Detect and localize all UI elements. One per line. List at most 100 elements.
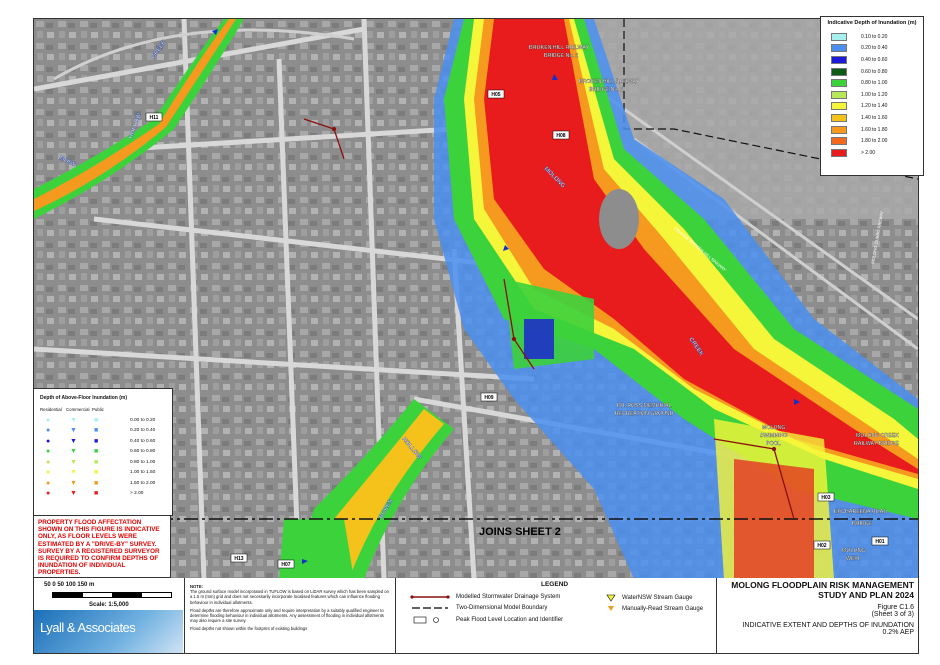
- peak-label-h07: H07: [281, 562, 290, 568]
- depth-legend-row: 1.60 to 1.80: [821, 124, 923, 136]
- label-broken-hill-1b: BRIDGE No. 1: [589, 87, 623, 93]
- scale-panel: 50 0 50 100 150 m Scale: 1:5,000 Lyall &…: [34, 578, 185, 653]
- label-ross2: RECREATION GROUND: [615, 411, 674, 417]
- floor-legend-headers: Residential Commercial Public: [34, 407, 172, 412]
- figure-frame: H11 H05 H08 H09 H03 H07 H13 H02 H01 BROK…: [0, 0, 940, 665]
- peak-label-h13: H13: [234, 556, 243, 562]
- symbol-legend-title: LEGEND: [541, 581, 569, 588]
- scale-bar: [52, 592, 172, 598]
- depth-range-label: > 2.00: [861, 149, 876, 156]
- public-symbol-icon: ■: [94, 479, 99, 487]
- floor-legend-row: ● ▼ ■ 0.40 to 0.60: [34, 436, 172, 447]
- depth-range-label: 1.80 to 2.00: [861, 138, 888, 145]
- depth-legend-row: 1.20 to 1.40: [821, 101, 923, 113]
- logo-text: Lyall & Associates: [40, 620, 136, 635]
- residential-symbol-icon: ●: [46, 490, 51, 498]
- property-warning: PROPERTY FLOOD AFFECTATION SHOWN ON THIS…: [33, 515, 171, 578]
- depth-range-label: 1.00 to 1.20: [861, 91, 888, 98]
- commercial-symbol-icon: ▼: [70, 448, 77, 456]
- depth-swatch: [831, 79, 847, 88]
- depth-range-label: 0.20 to 0.40: [861, 45, 888, 52]
- depth-legend-row: 1.80 to 2.00: [821, 135, 923, 147]
- peak-label-h09: H09: [484, 395, 493, 401]
- peak-label-h08: H08: [556, 133, 565, 139]
- scale-ticks: 50 0 50 100 150 m: [44, 582, 95, 588]
- commercial-symbol-icon: ▼: [70, 427, 77, 435]
- depth-legend-row: 0.40 to 0.60: [821, 54, 923, 66]
- residential-symbol-icon: ●: [46, 416, 51, 424]
- legend-drainage: Modelled Stormwater Drainage System: [410, 594, 560, 600]
- commercial-symbol-icon: ▼: [70, 458, 77, 466]
- label-broken-hill-2b: BRIDGE No. 2: [544, 53, 578, 59]
- label-mcr-2: RAILWAY BRIDGE: [854, 441, 899, 447]
- floor-range-label: 1.50 to 2.00: [130, 480, 156, 486]
- depth-swatch: [831, 148, 847, 157]
- commercial-symbol-icon: ▼: [70, 416, 77, 424]
- title-block: MOLONG FLOODPLAIN RISK MANAGEMENT STUDY …: [716, 578, 918, 653]
- label-pool-1: MOLONG: [762, 425, 785, 431]
- commercial-symbol-icon: ▼: [70, 469, 77, 477]
- floor-legend-row: ● ▼ ■ 0.60 to 0.80: [34, 447, 172, 458]
- commercial-symbol-icon: ▼: [70, 437, 77, 445]
- depth-legend: Indicative Depth of Inundation (m) 0.10 …: [820, 16, 924, 176]
- note-panel: NOTE: The ground surface model incorpora…: [186, 578, 396, 653]
- legend-water-nsw: WaterNSW Stream Gauge: [606, 594, 692, 602]
- floor-range-label: > 2.00: [130, 491, 144, 497]
- depth-range-label: 0.10 to 0.20: [861, 33, 888, 40]
- label-mcr-1: MOLONG CREEK: [856, 433, 899, 439]
- floor-legend-row: ● ▼ ■ > 2.00: [34, 489, 172, 500]
- depth-swatch: [831, 90, 847, 99]
- peak-label-h03: H03: [821, 495, 830, 501]
- depth-swatch: [831, 102, 847, 111]
- residential-symbol-icon: ●: [46, 437, 51, 445]
- commercial-symbol-icon: ▼: [70, 479, 77, 487]
- depth-swatch: [831, 125, 847, 134]
- depth-swatch: [831, 44, 847, 53]
- depth-legend-title: Indicative Depth of Inundation (m): [827, 20, 917, 26]
- label-ross: DR. ROSS MEMORIAL: [617, 403, 673, 409]
- floor-legend-row: ● ▼ ■ 1.50 to 2.00: [34, 478, 172, 489]
- depth-range-label: 0.60 to 0.80: [861, 68, 888, 75]
- peak-label-h01: H01: [875, 539, 884, 545]
- label-weir-2: WEIR: [846, 556, 860, 562]
- header-public: Public: [92, 407, 104, 412]
- peak-marker-icon: [413, 616, 439, 624]
- floor-range-label: 1.00 to 1.50: [130, 470, 156, 476]
- floor-range-label: 0.20 to 0.40: [130, 428, 156, 434]
- legend-water-nsw-label: WaterNSW Stream Gauge: [622, 595, 693, 601]
- bottom-panel: 50 0 50 100 150 m Scale: 1:5,000 Lyall &…: [33, 578, 919, 654]
- depth-legend-row: 0.80 to 1.00: [821, 77, 923, 89]
- joins-sheet-label: JOINS SHEET 2: [479, 526, 561, 538]
- commercial-symbol-icon: ▼: [70, 490, 77, 498]
- depth-legend-row: > 2.00: [821, 147, 923, 159]
- public-symbol-icon: ■: [94, 437, 99, 445]
- peak-label-h11: H11: [150, 115, 159, 121]
- depth-swatch: [831, 55, 847, 64]
- residential-symbol-icon: ●: [46, 458, 51, 466]
- aep-label: 0.2% AEP: [882, 629, 914, 636]
- floor-legend-title: Depth of Above-Floor Inundation (m): [40, 395, 128, 401]
- depth-swatch: [831, 67, 847, 76]
- depth-legend-row: 1.00 to 1.20: [821, 89, 923, 101]
- floor-legend-row: ● ▼ ■ 0.20 to 0.40: [34, 426, 172, 437]
- legend-manual-label: Manually-Read Stream Gauge: [622, 606, 704, 612]
- depth-swatch: [831, 137, 847, 146]
- legend-manual: Manually-Read Stream Gauge: [606, 605, 703, 613]
- public-symbol-icon: ■: [94, 416, 99, 424]
- scale-caption: Scale: 1:5,000: [89, 602, 129, 608]
- label-broken-hill-1: BROKEN HILL RAILWAY: [579, 79, 639, 85]
- legend-drainage-label: Modelled Stormwater Drainage System: [456, 594, 561, 600]
- depth-swatch: [831, 113, 847, 122]
- note-p1: The ground surface model incorporated in…: [190, 589, 389, 605]
- sheet-number: (Sheet 3 of 3): [871, 611, 914, 618]
- study-title-line1: MOLONG FLOODPLAIN RISK MANAGEMENT: [731, 580, 914, 590]
- public-symbol-icon: ■: [94, 458, 99, 466]
- floor-legend: Depth of Above-Floor Inundation (m) Resi…: [33, 388, 173, 516]
- drainage-line-icon: [410, 595, 450, 599]
- floor-range-label: 0.00 to 0.20: [130, 417, 156, 423]
- legend-boundary-label: Two-Dimensional Model Boundary: [456, 605, 548, 611]
- public-symbol-icon: ■: [94, 448, 99, 456]
- depth-legend-row: 0.20 to 0.40: [821, 43, 923, 55]
- label-broken-hill-2: BROKEN HILL RAILWAY: [529, 45, 589, 51]
- depth-legend-row: 0.10 to 0.20: [821, 31, 923, 43]
